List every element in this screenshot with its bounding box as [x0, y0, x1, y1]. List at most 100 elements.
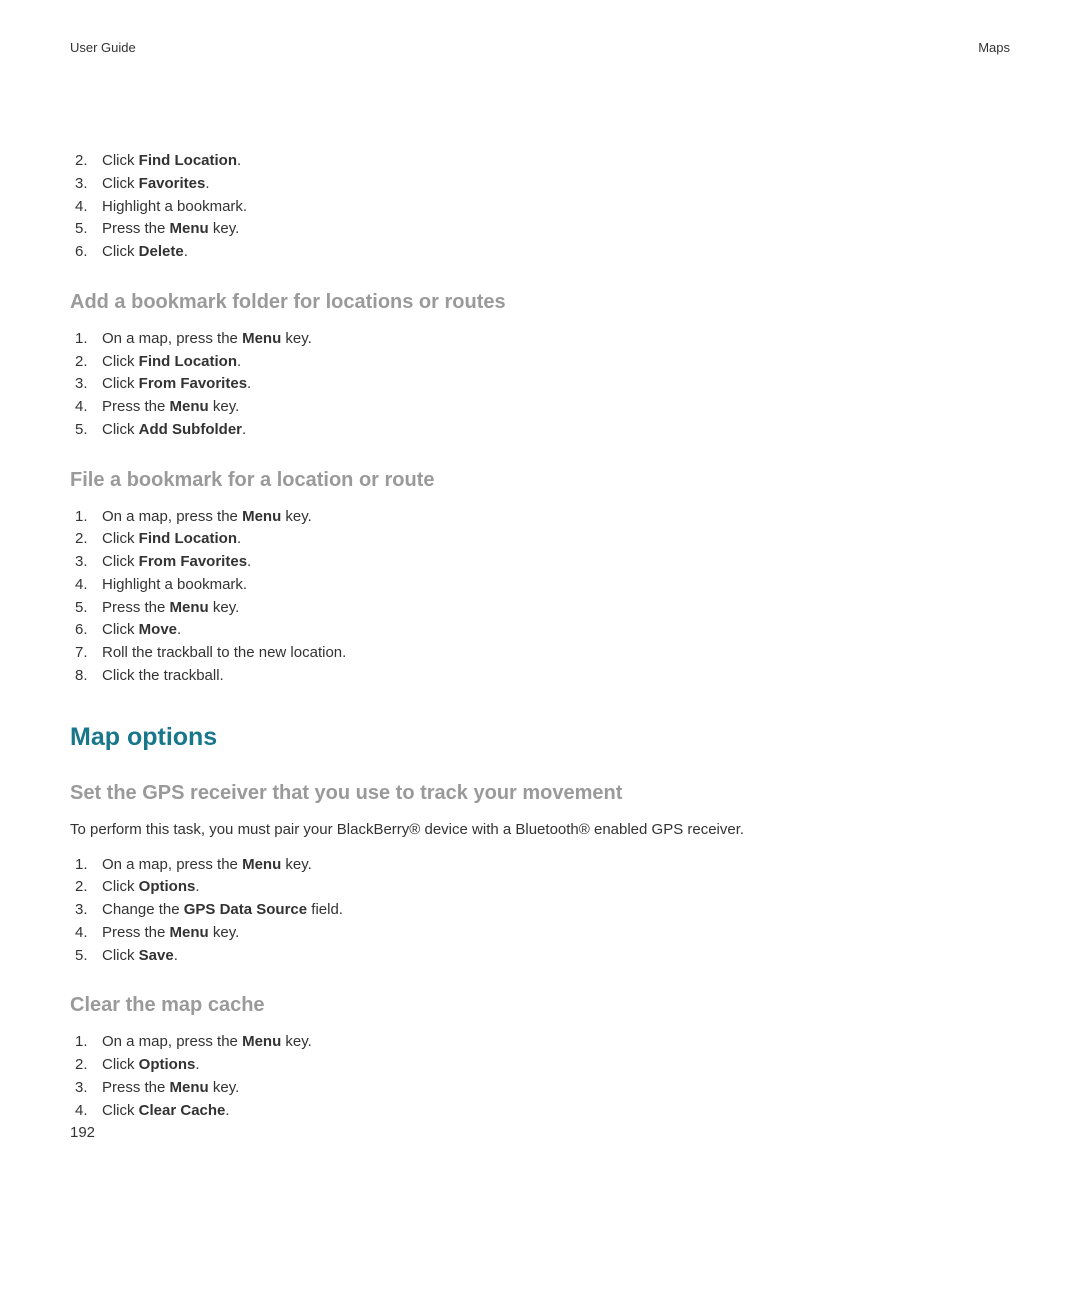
list-item-bold: Menu	[170, 924, 209, 941]
list-item-text: .	[195, 1056, 199, 1073]
list-item: Click Find Location.	[70, 528, 1010, 550]
list-item-bold: Menu	[170, 599, 209, 616]
list-item-text: .	[247, 375, 251, 392]
list-item-text: Press the	[102, 924, 170, 941]
list-item: Press the Menu key.	[70, 1077, 1010, 1099]
list-item-text: key.	[209, 398, 240, 415]
list-item: Click Clear Cache.	[70, 1100, 1010, 1122]
heading-add-bookmark-folder: Add a bookmark folder for locations or r…	[70, 291, 1010, 314]
list-item: Click the trackball.	[70, 665, 1010, 687]
list-item-text: key.	[281, 330, 312, 347]
list-item-bold: Find Location	[139, 353, 237, 370]
list-item: Click Find Location.	[70, 351, 1010, 373]
heading-clear-cache: Clear the map cache	[70, 994, 1010, 1017]
list-item-text: key.	[209, 599, 240, 616]
list-item-bold: Menu	[170, 398, 209, 415]
list-item-text: Click	[102, 947, 139, 964]
list-item-text: On a map, press the	[102, 1033, 242, 1050]
list-item: On a map, press the Menu key.	[70, 1031, 1010, 1053]
list-item-text: Click	[102, 530, 139, 547]
list-item-bold: Menu	[242, 856, 281, 873]
list-item-text: Highlight a bookmark.	[102, 198, 247, 215]
list-item: On a map, press the Menu key.	[70, 506, 1010, 528]
list-item-text: key.	[209, 924, 240, 941]
list-item: Roll the trackball to the new location.	[70, 642, 1010, 664]
list-item-bold: Menu	[242, 330, 281, 347]
list-item: Click Options.	[70, 1054, 1010, 1076]
list-item-text: key.	[209, 1079, 240, 1096]
list-item-text: Press the	[102, 1079, 170, 1096]
heading-map-options: Map options	[70, 723, 1010, 752]
list-item: Click From Favorites.	[70, 551, 1010, 573]
list-item-text: key.	[281, 1033, 312, 1050]
list-item-bold: Delete	[139, 243, 184, 260]
list-item-bold: Options	[139, 1056, 196, 1073]
list-item: Change the GPS Data Source field.	[70, 899, 1010, 921]
list-item: Click Delete.	[70, 241, 1010, 263]
list-item-text: Press the	[102, 599, 170, 616]
list-item-text: Click	[102, 175, 139, 192]
list-item-text: Click	[102, 353, 139, 370]
numbered-list-1: Click Find Location.Click Favorites.High…	[70, 150, 1010, 263]
list-item: Click Options.	[70, 876, 1010, 898]
list-item-text: On a map, press the	[102, 508, 242, 525]
list-item: On a map, press the Menu key.	[70, 328, 1010, 350]
heading-set-gps: Set the GPS receiver that you use to tra…	[70, 782, 1010, 805]
list-item: Click Add Subfolder.	[70, 419, 1010, 441]
list-item-bold: Save	[139, 947, 174, 964]
list-item-text: key.	[209, 220, 240, 237]
list-item-text: .	[177, 621, 181, 638]
list-item: Click Find Location.	[70, 150, 1010, 172]
list-item-bold: From Favorites	[139, 375, 247, 392]
list-item: Highlight a bookmark.	[70, 196, 1010, 218]
list-item-text: Click	[102, 421, 139, 438]
list-item-bold: Menu	[242, 1033, 281, 1050]
list-item-text: .	[237, 152, 241, 169]
list-item-text: .	[205, 175, 209, 192]
page-header: User Guide Maps	[70, 40, 1010, 55]
numbered-list-2: On a map, press the Menu key.Click Find …	[70, 328, 1010, 441]
list-item-bold: Add Subfolder	[139, 421, 242, 438]
list-item-bold: GPS Data Source	[184, 901, 307, 918]
list-item-text: Highlight a bookmark.	[102, 576, 247, 593]
intro-text-gps: To perform this task, you must pair your…	[70, 819, 1010, 840]
list-item-bold: From Favorites	[139, 553, 247, 570]
list-item-text: Click	[102, 243, 139, 260]
heading-file-bookmark: File a bookmark for a location or route	[70, 469, 1010, 492]
list-item-text: Click	[102, 878, 139, 895]
list-item: Click Favorites.	[70, 173, 1010, 195]
list-item-bold: Options	[139, 878, 196, 895]
list-item-text: .	[225, 1102, 229, 1119]
list-item-text: .	[242, 421, 246, 438]
numbered-list-5: On a map, press the Menu key.Click Optio…	[70, 854, 1010, 967]
list-item: Click Save.	[70, 945, 1010, 967]
list-item: Press the Menu key.	[70, 396, 1010, 418]
list-item-bold: Find Location	[139, 530, 237, 547]
list-item-text: .	[237, 353, 241, 370]
list-item-text: Press the	[102, 220, 170, 237]
numbered-list-6: On a map, press the Menu key.Click Optio…	[70, 1031, 1010, 1121]
list-item-text: .	[247, 553, 251, 570]
list-item-text: Roll the trackball to the new location.	[102, 644, 346, 661]
list-item-text: .	[184, 243, 188, 260]
list-item: Click From Favorites.	[70, 373, 1010, 395]
list-item-bold: Find Location	[139, 152, 237, 169]
list-item-text: Change the	[102, 901, 184, 918]
header-right: Maps	[978, 40, 1010, 55]
list-item: Press the Menu key.	[70, 218, 1010, 240]
list-item-bold: Menu	[242, 508, 281, 525]
list-item-text: On a map, press the	[102, 330, 242, 347]
numbered-list-3: On a map, press the Menu key.Click Find …	[70, 506, 1010, 687]
list-item-text: Click	[102, 1056, 139, 1073]
list-item: On a map, press the Menu key.	[70, 854, 1010, 876]
list-item-text: Click	[102, 621, 139, 638]
list-item: Highlight a bookmark.	[70, 574, 1010, 596]
header-left: User Guide	[70, 40, 136, 55]
list-item-text: .	[174, 947, 178, 964]
list-item-bold: Menu	[170, 1079, 209, 1096]
list-item: Press the Menu key.	[70, 597, 1010, 619]
list-item-bold: Move	[139, 621, 177, 638]
list-item-text: Click	[102, 1102, 139, 1119]
page-number: 192	[70, 1124, 95, 1141]
list-item-text: key.	[281, 508, 312, 525]
